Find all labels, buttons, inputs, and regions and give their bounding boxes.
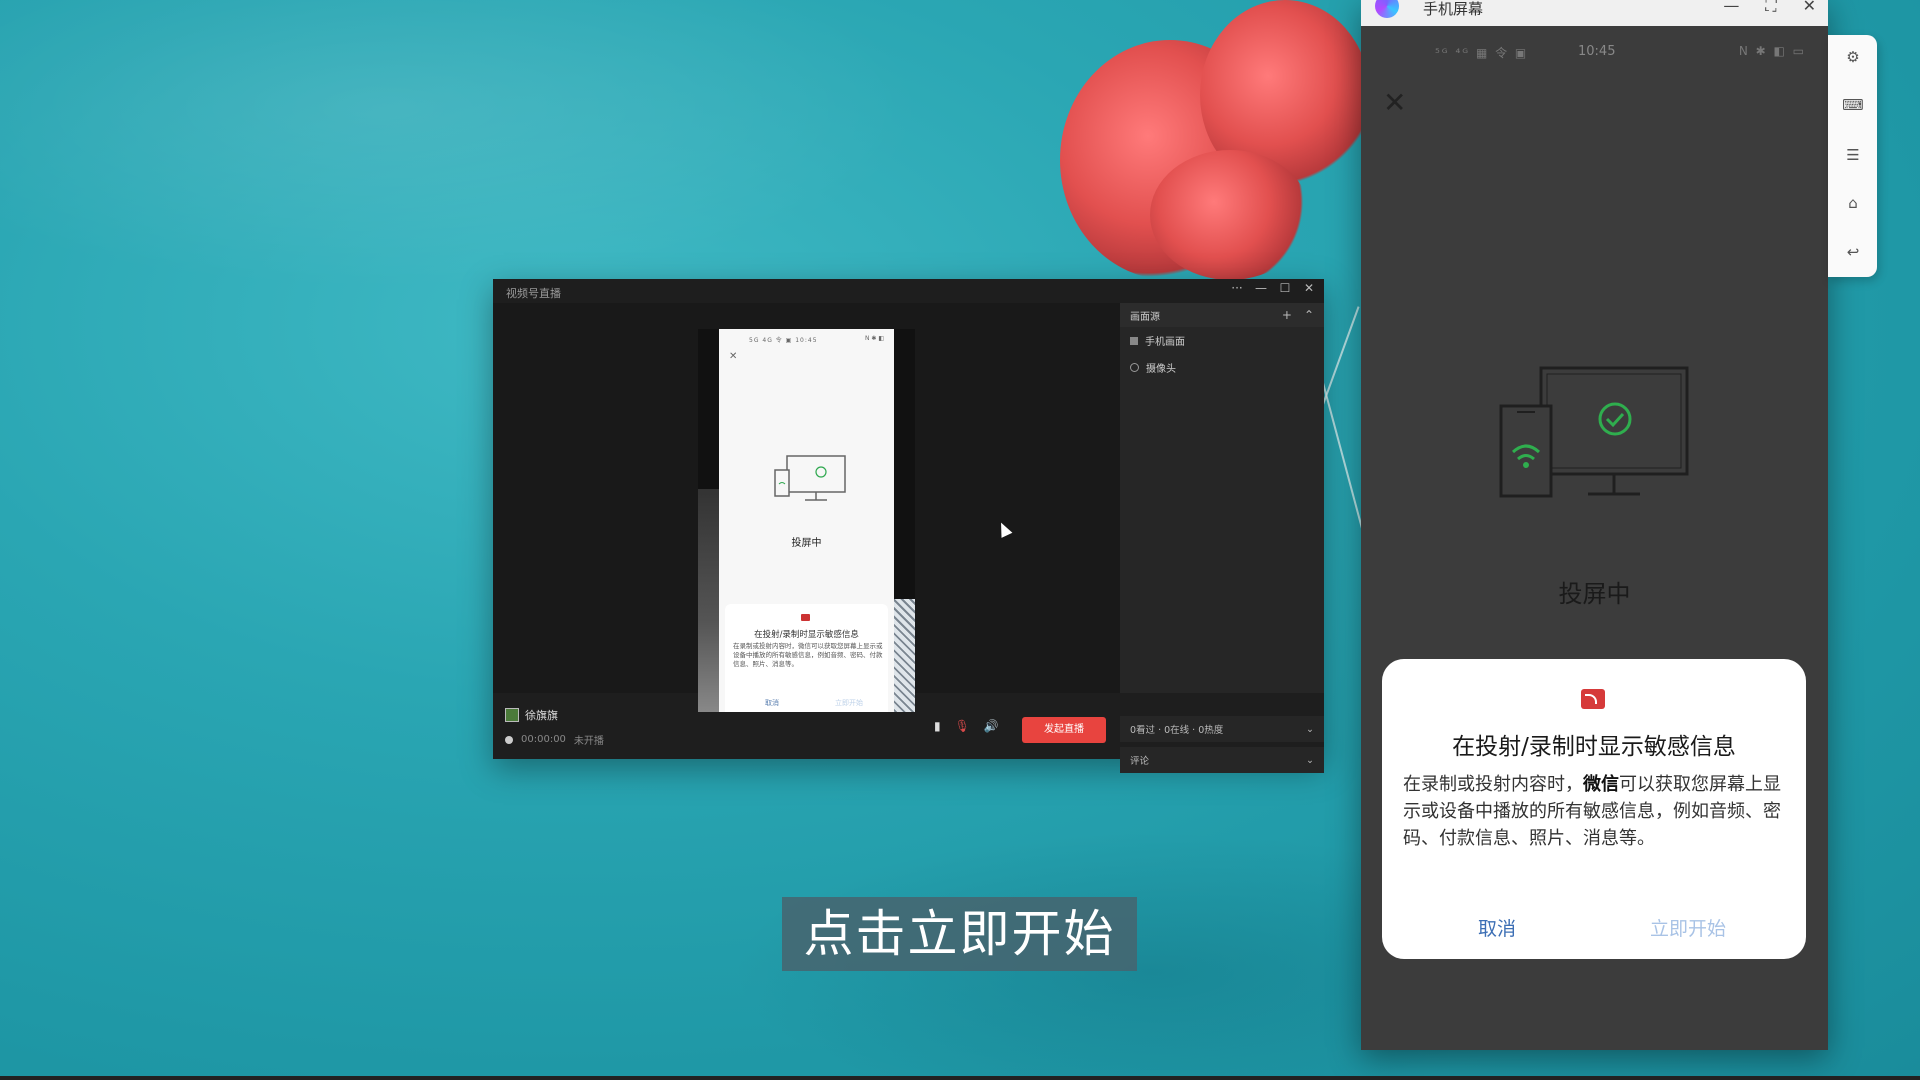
host-info: 徐旗旗 00:00:00 未开播 xyxy=(505,707,604,747)
chevron-down-icon: ⌄ xyxy=(1306,723,1314,735)
live-timer: 00:00:00 xyxy=(521,734,566,745)
side-panel: 画面源 + ⌃ 手机画面 摄像头 0看过 · 0在线 · 0热度 ⌄ 评论 ⌄ xyxy=(1120,303,1324,773)
menu-icon[interactable]: ☰ xyxy=(1841,143,1865,167)
status-time: 10:45 xyxy=(1578,44,1616,59)
live-stream-window: 视频号直播 ··· — ☐ ✕ 5G 4G 令 ▣ 10:45 N ✱ ◧ ✕ xyxy=(493,279,1324,773)
minimize-button[interactable]: — xyxy=(1723,0,1739,16)
host-name: 徐旗旗 xyxy=(525,709,558,722)
close-icon[interactable]: ✕ xyxy=(1383,86,1406,119)
casting-illustration-icon xyxy=(1499,366,1689,498)
mini-status-left: 5G 4G 令 ▣ 10:45 xyxy=(749,337,818,344)
window-controls: — ⛶ ✕ xyxy=(1723,0,1816,16)
close-button[interactable]: ✕ xyxy=(1302,281,1316,295)
casting-caption: 投屏中 xyxy=(1558,580,1631,608)
mini-phone-screen: 5G 4G 令 ▣ 10:45 N ✱ ◧ ✕ 投屏中 在投射/录制时显示敏感信… xyxy=(719,329,894,712)
window-title: 手机屏幕 xyxy=(1423,0,1484,18)
comments-dropdown[interactable]: 评论 ⌄ xyxy=(1120,747,1324,773)
dialog-body: 在录制或投射内容时，微信可以获取您屏幕上显示或设备中播放的所有敏感信息，例如音频… xyxy=(1403,771,1788,852)
mini-cancel-button: 取消 xyxy=(765,699,779,707)
keyboard-icon[interactable]: ⌨ xyxy=(1841,93,1865,117)
mic-muted-icon[interactable]: 🎙 xyxy=(955,719,970,733)
clock-icon xyxy=(505,735,513,744)
add-source-button[interactable]: + xyxy=(1282,308,1292,322)
bottom-strip xyxy=(0,1076,1920,1080)
close-button[interactable]: ✕ xyxy=(1803,0,1816,16)
phone-screen: ⁵ᴳ ⁴ᴳ ▦ 令 ▣ 10:45 N ✱ ◧ ▭ ✕ 投屏中 在投射/录制时显… xyxy=(1361,26,1828,1050)
mirror-titlebar: 手机屏幕 — ⛶ ✕ xyxy=(1361,0,1828,26)
avatar xyxy=(505,708,519,722)
mini-close-icon: ✕ xyxy=(729,351,738,362)
status-bar-left: ⁵ᴳ ⁴ᴳ ▦ 令 ▣ xyxy=(1435,46,1529,60)
source-item-phone[interactable]: 手机画面 xyxy=(1120,327,1324,354)
source-label: 摄像头 xyxy=(1146,364,1176,375)
sources-panel: 画面源 + ⌃ 手机画面 摄像头 xyxy=(1120,303,1324,693)
cast-icon xyxy=(1581,689,1605,709)
mini-casting-caption: 投屏中 xyxy=(791,538,822,549)
back-icon[interactable]: ↩ xyxy=(1841,240,1865,264)
source-label: 手机画面 xyxy=(1145,337,1185,348)
more-button[interactable]: ··· xyxy=(1230,281,1244,295)
phone-mirror-window: 手机屏幕 — ⛶ ✕ ⁵ᴳ ⁴ᴳ ▦ 令 ▣ 10:45 N ✱ ◧ ▭ ✕ 投… xyxy=(1361,0,1828,1050)
live-status: 未开播 xyxy=(573,736,604,747)
mini-cast-icon xyxy=(801,614,810,621)
mini-dialog-title: 在投射/录制时显示敏感信息 xyxy=(754,630,859,640)
minimize-button[interactable]: — xyxy=(1254,281,1268,295)
window-controls: ··· — ☐ ✕ xyxy=(1230,281,1316,295)
mini-start-button: 立即开始 xyxy=(835,699,863,707)
permission-dialog: 在投射/录制时显示敏感信息 在录制或投射内容时，微信可以获取您屏幕上显示或设备中… xyxy=(1382,659,1806,959)
home-icon[interactable]: ⌂ xyxy=(1841,191,1865,215)
camera-icon xyxy=(1130,363,1139,372)
phone-screen-icon xyxy=(1130,336,1138,345)
preview-stage: 5G 4G 令 ▣ 10:45 N ✱ ◧ ✕ 投屏中 在投射/录制时显示敏感信… xyxy=(493,303,1120,712)
mini-dialog-body: 在录制或投射内容时，微信可以获取您屏幕上显示或设备中播放的所有敏感信息，例如音频… xyxy=(733,642,883,668)
mini-permission-dialog: 在投射/录制时显示敏感信息 在录制或投射内容时，微信可以获取您屏幕上显示或设备中… xyxy=(725,604,888,712)
chevron-down-icon: ⌄ xyxy=(1306,754,1314,766)
comments-label: 评论 xyxy=(1130,756,1150,767)
casting-illustration-icon xyxy=(774,455,846,501)
mini-status-right: N ✱ ◧ xyxy=(865,335,884,342)
dialog-title: 在投射/录制时显示敏感信息 xyxy=(1452,734,1736,760)
settings-icon[interactable]: ⚙ xyxy=(1841,45,1865,69)
cancel-button[interactable]: 取消 xyxy=(1478,914,1516,941)
mirror-side-toolbar: ⚙ ⌨ ☰ ⌂ ↩ xyxy=(1828,35,1877,277)
start-live-button[interactable]: 发起直播 xyxy=(1022,717,1106,743)
app-logo-icon xyxy=(1375,0,1399,18)
stats-text: 0看过 · 0在线 · 0热度 xyxy=(1130,725,1224,736)
fullscreen-button[interactable]: ⛶ xyxy=(1765,0,1776,16)
phone-preview: 5G 4G 令 ▣ 10:45 N ✱ ◧ ✕ 投屏中 在投射/录制时显示敏感信… xyxy=(698,329,915,712)
dialog-body-pre: 在录制或投射内容时， xyxy=(1403,774,1583,795)
speaker-icon[interactable]: 🔊 xyxy=(984,719,999,733)
stats-dropdown[interactable]: 0看过 · 0在线 · 0热度 ⌄ xyxy=(1120,716,1324,742)
start-now-button[interactable]: 立即开始 xyxy=(1650,914,1726,941)
phone-icon[interactable]: ▮ xyxy=(934,719,941,733)
video-subtitle: 点击立即开始 xyxy=(782,897,1137,971)
maximize-button[interactable]: ☐ xyxy=(1278,281,1292,295)
collapse-icon[interactable]: ⌃ xyxy=(1304,308,1314,322)
window-title: 视频号直播 xyxy=(506,287,561,300)
dialog-app-name: 微信 xyxy=(1583,774,1619,795)
wallpaper-tree xyxy=(1150,150,1310,280)
media-toolbar: ▮ 🎙 🔊 xyxy=(934,719,999,733)
sources-title: 画面源 xyxy=(1130,311,1160,323)
source-item-camera[interactable]: 摄像头 xyxy=(1120,354,1324,381)
sources-header: 画面源 + ⌃ xyxy=(1120,303,1324,327)
status-bar-right: N ✱ ◧ ▭ xyxy=(1738,44,1806,58)
